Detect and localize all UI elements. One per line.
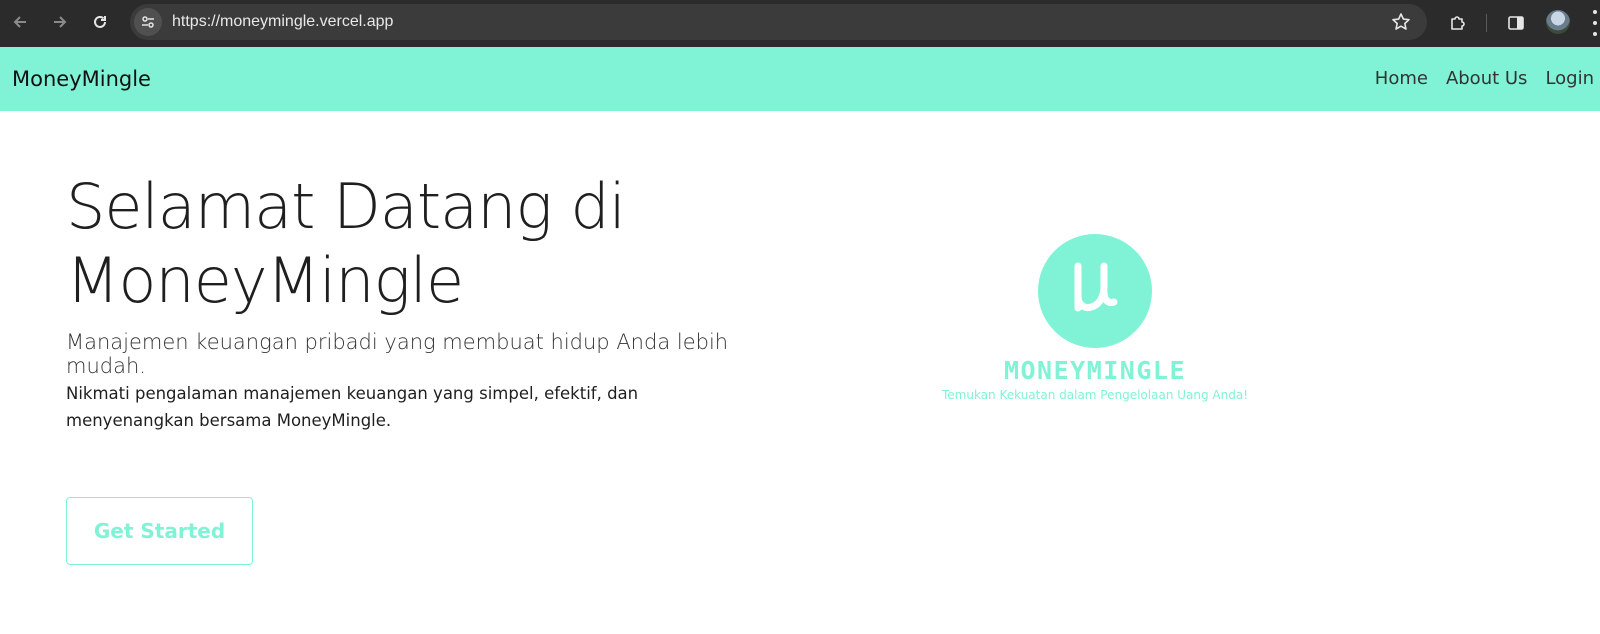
brand-logo-text[interactable]: MoneyMingle — [12, 67, 151, 91]
logo-tagline: Temukan Kekuatan dalam Pengelolaan Uang … — [941, 388, 1249, 402]
profile-avatar[interactable] — [1546, 10, 1570, 34]
get-started-button[interactable]: Get Started — [66, 497, 253, 565]
mu-symbol-icon — [1074, 262, 1118, 312]
browser-toolbar: https://moneymingle.vercel.app — [0, 0, 1600, 47]
mu-logo-icon — [1038, 234, 1152, 348]
hero-title-line-1: Selamat Datang di — [66, 170, 626, 243]
hero-description: Nikmati pengalaman manajemen keuangan ya… — [66, 384, 639, 430]
toolbar-divider — [1486, 14, 1487, 32]
reload-icon — [94, 15, 106, 28]
extensions-button[interactable] — [1444, 9, 1472, 37]
arrow-right-icon — [54, 16, 67, 28]
puzzle-icon — [1451, 16, 1465, 30]
hero-lead: Manajemen keuangan pribadi yang membuat … — [66, 330, 729, 378]
arrow-left-icon — [13, 16, 26, 28]
nav-link-home[interactable]: Home — [1375, 68, 1428, 89]
side-panel-button[interactable] — [1502, 9, 1530, 37]
site-navbar: MoneyMingle Home About Us Login — [0, 47, 1600, 111]
hero-logo-image: MONEYMINGLE Temukan Kekuatan dalam Penge… — [910, 210, 1280, 410]
tune-icon — [142, 16, 154, 28]
url-text[interactable]: https://moneymingle.vercel.app — [172, 13, 393, 31]
address-bar[interactable]: https://moneymingle.vercel.app — [130, 4, 1427, 40]
browser-menu-button[interactable] — [1590, 10, 1600, 36]
back-button[interactable] — [6, 8, 34, 36]
hero-title: Selamat Datang di MoneyMingle — [66, 170, 766, 318]
nav-links: Home About Us Login — [1375, 68, 1594, 89]
reload-button[interactable] — [86, 8, 114, 36]
logo-wordmark: MONEYMINGLE — [1003, 356, 1187, 385]
side-panel-icon — [1508, 16, 1524, 30]
nav-link-about-us[interactable]: About Us — [1446, 68, 1528, 89]
hero-title-line-2: MoneyMingle — [66, 244, 464, 317]
site-info-button[interactable] — [134, 8, 162, 36]
bookmark-button[interactable] — [1389, 10, 1413, 34]
forward-button[interactable] — [46, 8, 74, 36]
star-icon — [1392, 13, 1410, 30]
nav-link-login[interactable]: Login — [1545, 68, 1594, 89]
